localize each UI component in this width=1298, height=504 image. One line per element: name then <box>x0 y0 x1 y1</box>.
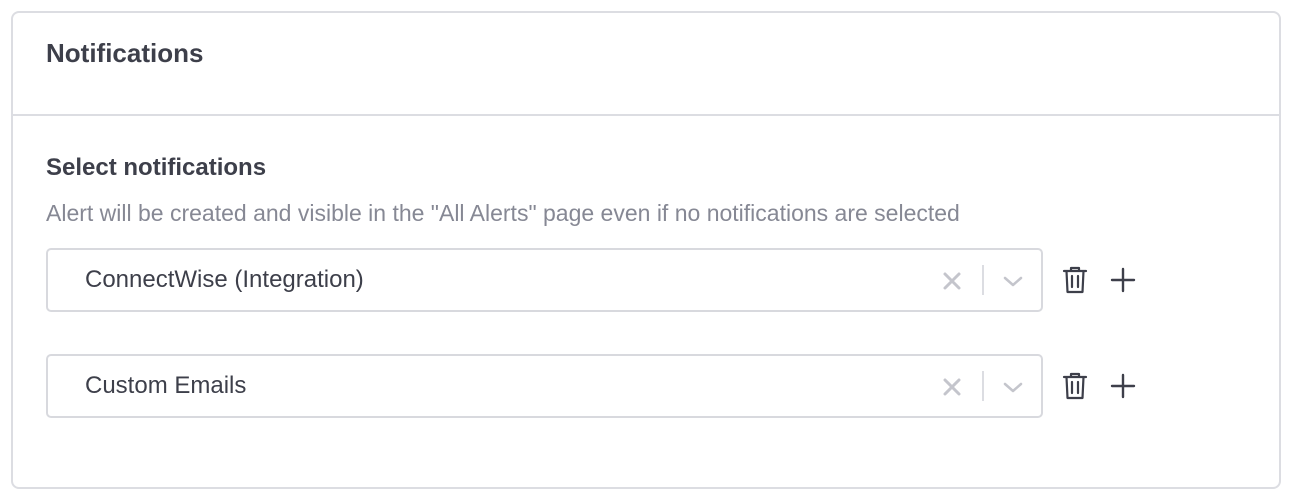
notification-row: ConnectWise (Integration) <box>46 248 1146 312</box>
select-separator <box>982 371 984 401</box>
section-description: Alert will be created and visible in the… <box>46 200 960 226</box>
chevron-down-icon[interactable] <box>1002 376 1024 398</box>
trash-icon[interactable] <box>1061 371 1089 401</box>
plus-icon[interactable] <box>1110 267 1136 293</box>
trash-icon[interactable] <box>1061 265 1089 295</box>
card-header: Notifications <box>13 13 1279 116</box>
plus-icon[interactable] <box>1110 373 1136 399</box>
close-icon[interactable] <box>941 270 963 292</box>
notification-row: Custom Emails <box>46 354 1146 418</box>
select-value: Custom Emails <box>85 372 247 399</box>
chevron-down-icon[interactable] <box>1002 270 1024 292</box>
card-title: Notifications <box>46 38 204 68</box>
notification-select[interactable]: ConnectWise (Integration) <box>46 248 1043 312</box>
select-value: ConnectWise (Integration) <box>85 266 364 293</box>
notifications-card: Notifications Select notifications Alert… <box>11 11 1281 489</box>
section-title: Select notifications <box>46 154 267 181</box>
select-separator <box>982 265 984 295</box>
notification-select[interactable]: Custom Emails <box>46 354 1043 418</box>
close-icon[interactable] <box>941 376 963 398</box>
